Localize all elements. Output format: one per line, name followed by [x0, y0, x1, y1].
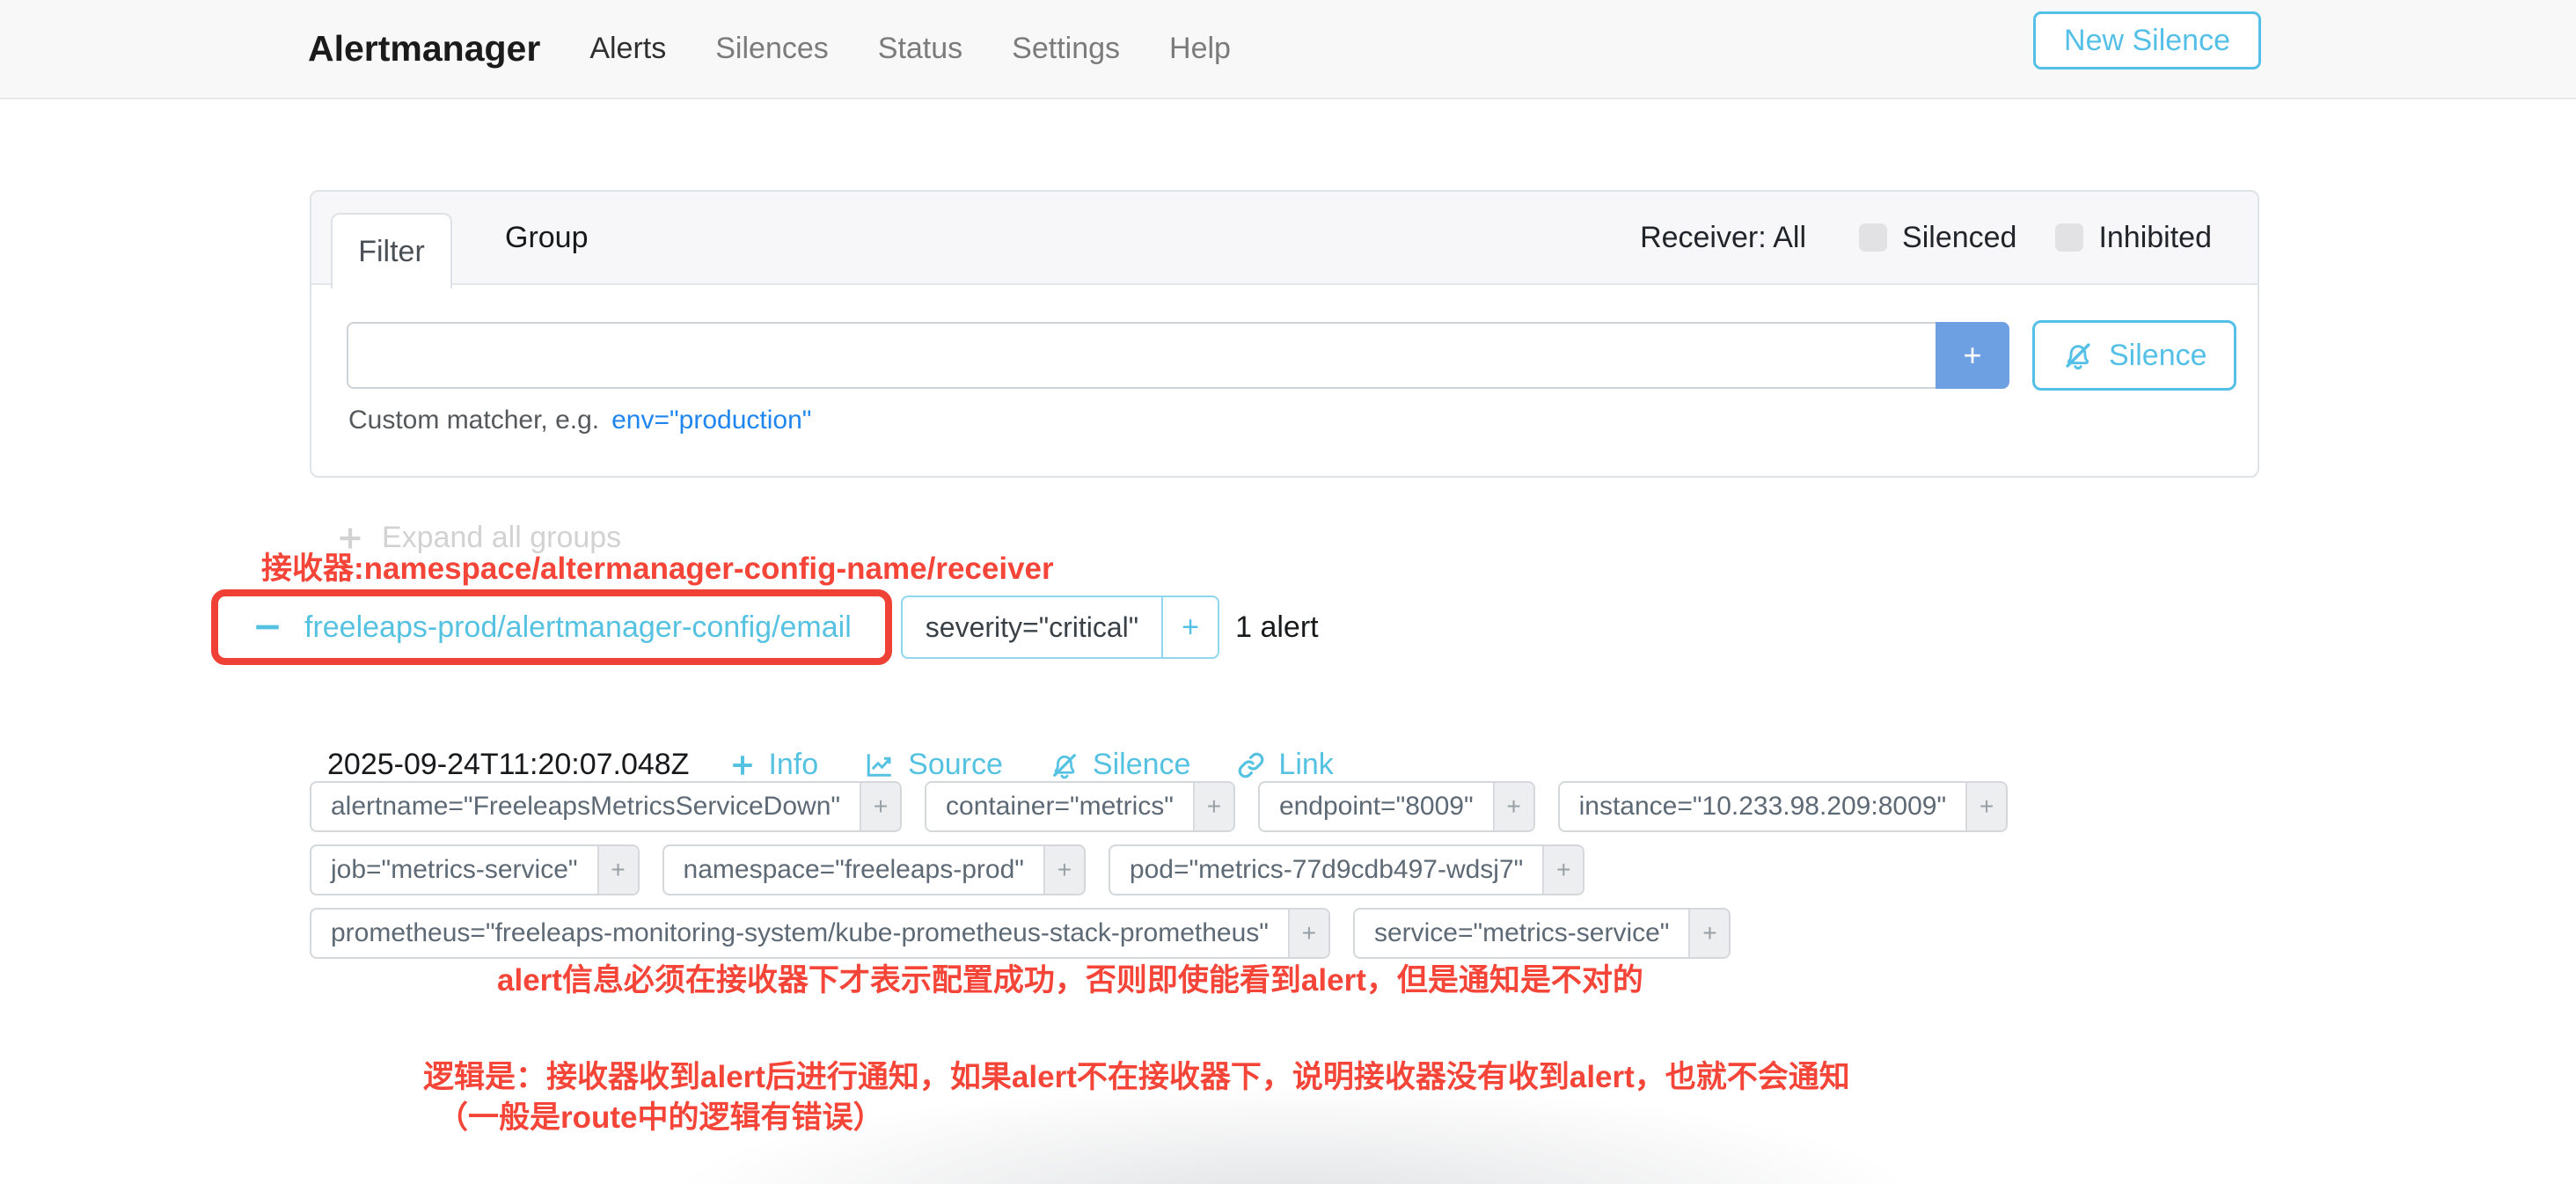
alert-group-header: freeleaps-prod/alertmanager-config/email… — [211, 589, 1319, 665]
label-text: service="metrics-service" — [1355, 910, 1689, 957]
label-add-filter-button[interactable]: + — [1688, 910, 1729, 957]
receiver-dropdown[interactable]: Receiver: All — [1640, 221, 1806, 255]
tab-filter[interactable]: Filter — [331, 213, 452, 289]
silenced-label: Silenced — [1902, 221, 2016, 255]
nav-item-settings[interactable]: Settings — [1012, 32, 1120, 66]
label-text: container="metrics" — [926, 783, 1193, 830]
label-text: endpoint="8009" — [1260, 783, 1493, 830]
label-pill: prometheus="freeleaps-monitoring-system/… — [310, 908, 1330, 959]
filter-card-body: + Silence Custom matcher, e.g. env="produ… — [311, 285, 2258, 474]
brand-link[interactable]: Alertmanager — [308, 28, 540, 69]
alert-count: 1 alert — [1235, 610, 1319, 645]
link-icon — [1236, 750, 1266, 780]
receiver-group-link[interactable]: freeleaps-prod/alertmanager-config/email — [304, 610, 852, 645]
alert-info-button[interactable]: Info — [729, 748, 818, 782]
label-pill: instance="10.233.98.209:8009" + — [1558, 781, 2008, 832]
label-add-filter-button[interactable]: + — [1288, 910, 1328, 957]
label-pill: pod="metrics-77d9cdb497-wdsj7" + — [1109, 844, 1584, 895]
group-matcher-add-button[interactable]: + — [1161, 597, 1218, 657]
alert-silence-button[interactable]: Silence — [1049, 748, 1191, 782]
bell-slash-icon — [2061, 339, 2095, 372]
alert-link-button[interactable]: Link — [1236, 748, 1333, 782]
label-row: job="metrics-service" + namespace="freel… — [310, 844, 2008, 895]
chart-line-icon — [864, 749, 896, 781]
matcher-input[interactable] — [347, 322, 1937, 389]
label-text: pod="metrics-77d9cdb497-wdsj7" — [1110, 846, 1542, 894]
annotation-route-note: （一般是route中的逻辑有错误） — [437, 1093, 884, 1137]
alert-info-label: Info — [768, 748, 818, 782]
label-text: job="metrics-service" — [311, 846, 597, 894]
matcher-row: + Silence — [347, 322, 2236, 391]
group-matcher-box: severity="critical" + — [901, 596, 1219, 659]
label-row: alertname="FreeleapsMetricsServiceDown" … — [310, 781, 2008, 832]
annotation-logic-note: 逻辑是：接收器收到alert后进行通知，如果alert不在接收器下，说明接收器没… — [423, 1052, 1850, 1097]
alert-silence-label: Silence — [1093, 748, 1191, 782]
bell-slash-icon — [1049, 749, 1080, 781]
label-add-filter-button[interactable]: + — [597, 846, 638, 894]
label-pill: namespace="freeleaps-prod" + — [662, 844, 1086, 895]
alert-labels: alertname="FreeleapsMetricsServiceDown" … — [310, 781, 2008, 971]
new-silence-button[interactable]: New Silence — [2033, 11, 2261, 69]
hint-example-link[interactable]: env="production" — [611, 406, 811, 435]
silenced-checkbox-group[interactable]: Silenced — [1859, 221, 2016, 255]
label-pill: job="metrics-service" + — [310, 844, 640, 895]
label-add-filter-button[interactable]: + — [1493, 783, 1533, 830]
alert-meta-row: 2025-09-24T11:20:07.048Z Info Source Sil… — [327, 748, 1334, 782]
label-text: namespace="freeleaps-prod" — [664, 846, 1043, 894]
label-pill: service="metrics-service" + — [1353, 908, 1731, 959]
label-text: prometheus="freeleaps-monitoring-system/… — [311, 910, 1288, 957]
silenced-checkbox[interactable] — [1859, 223, 1887, 252]
label-text: alertname="FreeleapsMetricsServiceDown" — [311, 783, 860, 830]
receiver-group-highlight[interactable]: freeleaps-prod/alertmanager-config/email — [211, 589, 892, 665]
label-row: prometheus="freeleaps-monitoring-system/… — [310, 908, 2008, 959]
filter-card-header: Filter Group Receiver: All Silenced Inhi… — [311, 192, 2258, 285]
add-matcher-button[interactable]: + — [1936, 322, 2009, 389]
nav-links: Alerts Silences Status Settings Help — [589, 32, 1231, 66]
label-add-filter-button[interactable]: + — [1193, 783, 1233, 830]
alert-link-label: Link — [1278, 748, 1333, 782]
annotation-receiver-note: 接收器:namespace/altermanager-config-name/r… — [261, 544, 1054, 588]
nav-item-alerts[interactable]: Alerts — [589, 32, 666, 66]
inhibited-label: Inhibited — [2098, 221, 2212, 255]
hint-text: Custom matcher, e.g. — [348, 406, 599, 435]
label-text: instance="10.233.98.209:8009" — [1560, 783, 1965, 830]
plus-icon — [729, 752, 756, 778]
label-pill: endpoint="8009" + — [1258, 781, 1535, 832]
silence-filter-button[interactable]: Silence — [2032, 320, 2236, 391]
minus-icon — [252, 611, 283, 643]
label-pill: alertname="FreeleapsMetricsServiceDown" … — [310, 781, 902, 832]
filter-card: Filter Group Receiver: All Silenced Inhi… — [310, 190, 2259, 478]
nav-item-status[interactable]: Status — [878, 32, 962, 66]
label-pill: container="metrics" + — [925, 781, 1235, 832]
navbar: Alertmanager Alerts Silences Status Sett… — [0, 0, 2576, 99]
alert-source-label: Source — [908, 748, 1003, 782]
label-add-filter-button[interactable]: + — [860, 783, 900, 830]
alertmanager-app: { "navbar": { "brand": "Alertmanager", "… — [0, 0, 2576, 1184]
alert-source-link[interactable]: Source — [864, 748, 1003, 782]
nav-item-help[interactable]: Help — [1169, 32, 1231, 66]
annotation-config-note: alert信息必须在接收器下才表示配置成功，否则即使能看到alert，但是通知是… — [497, 955, 1643, 1000]
alert-timestamp: 2025-09-24T11:20:07.048Z — [327, 748, 689, 782]
label-add-filter-button[interactable]: + — [1542, 846, 1583, 894]
group-matcher-label[interactable]: severity="critical" — [903, 597, 1161, 657]
inhibited-checkbox[interactable] — [2055, 223, 2083, 252]
label-add-filter-button[interactable]: + — [1043, 846, 1084, 894]
nav-item-silences[interactable]: Silences — [715, 32, 829, 66]
inhibited-checkbox-group[interactable]: Inhibited — [2055, 221, 2212, 255]
label-add-filter-button[interactable]: + — [1965, 783, 2006, 830]
custom-matcher-hint: Custom matcher, e.g. env="production" — [348, 406, 811, 435]
silence-filter-label: Silence — [2109, 339, 2207, 373]
tab-group[interactable]: Group — [477, 192, 617, 283]
filter-header-controls: Receiver: All Silenced Inhibited — [1640, 192, 2212, 283]
